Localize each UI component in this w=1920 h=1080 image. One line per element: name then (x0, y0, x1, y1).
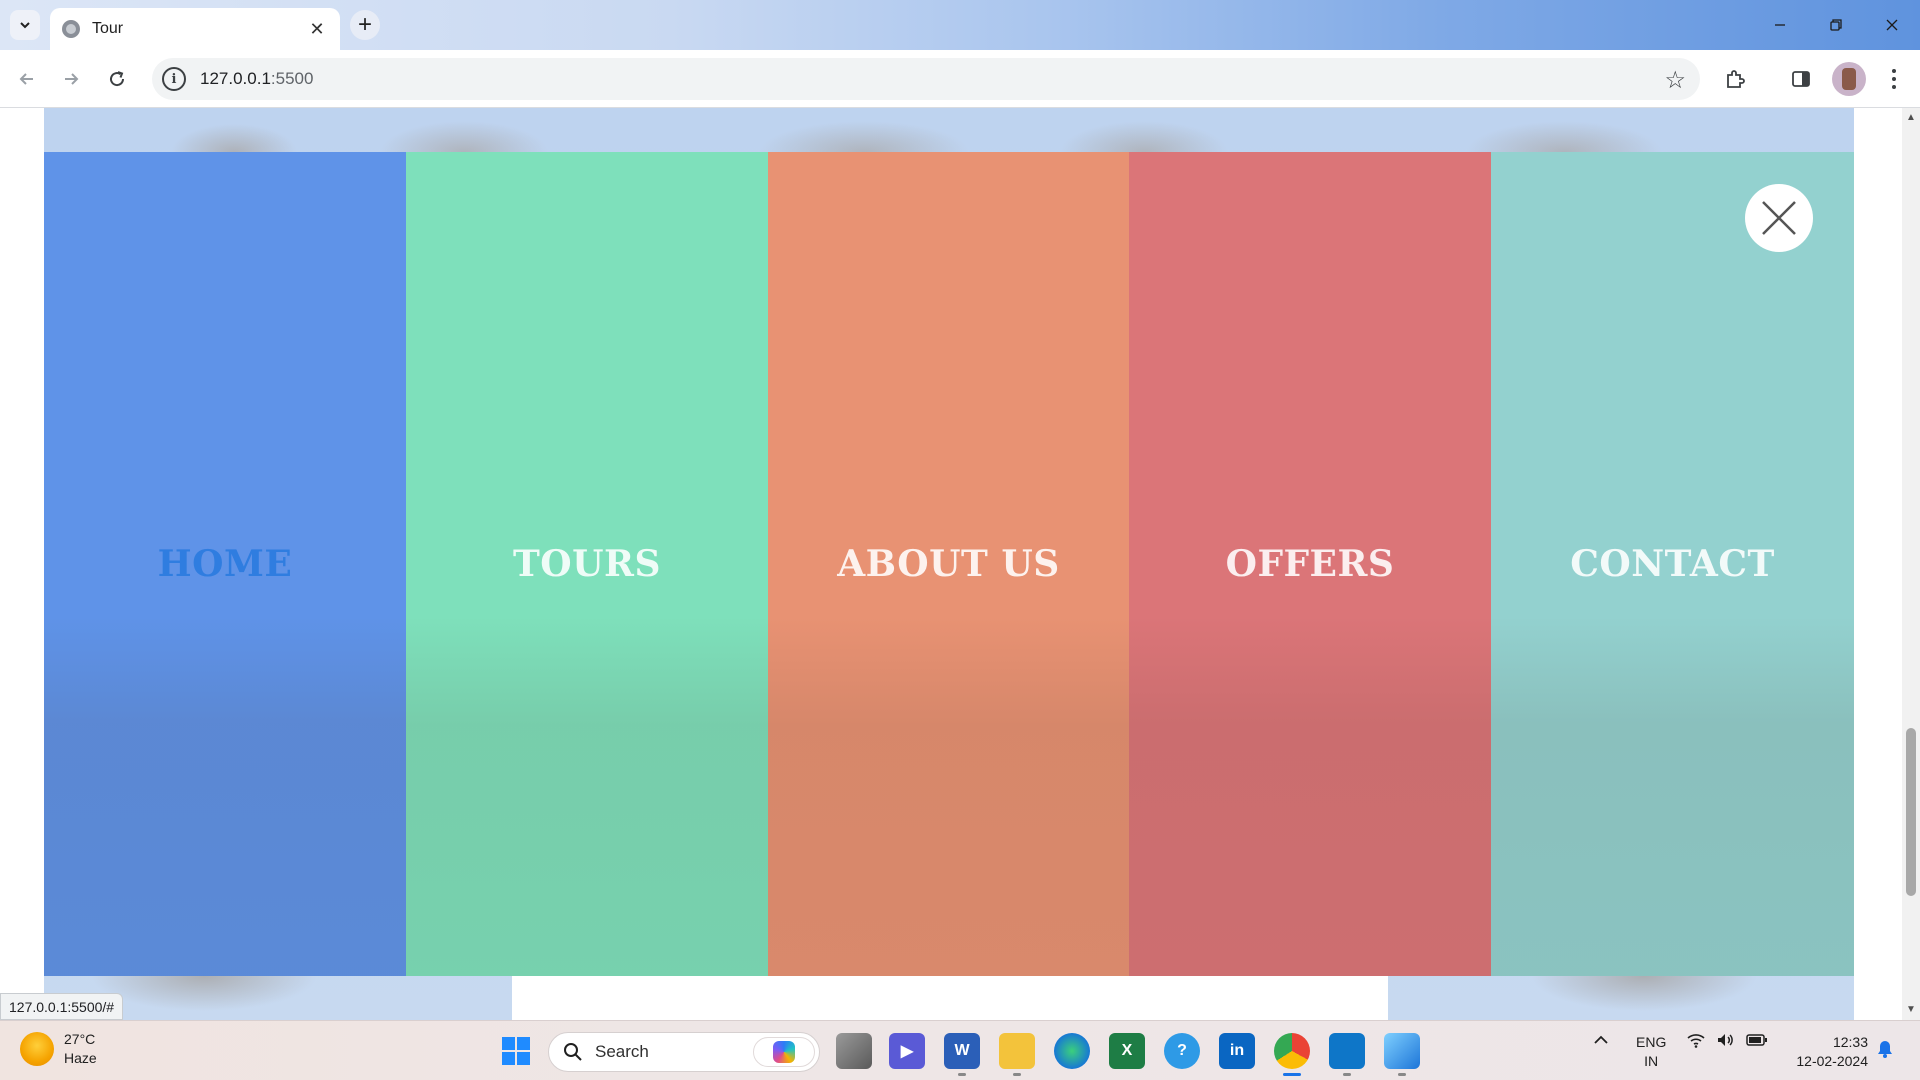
lang-top: ENG (1636, 1034, 1667, 1050)
battery-icon (1746, 1034, 1767, 1046)
scroll-down-icon[interactable]: ▼ (1906, 1004, 1916, 1015)
url-host: 127.0.0.1 (200, 69, 271, 88)
bookmark-star-icon[interactable]: ☆ (1664, 66, 1686, 95)
menu-panel-home[interactable]: HOME (44, 152, 406, 976)
close-icon (1886, 19, 1898, 31)
weather-text: 27°C Haze (64, 1030, 97, 1068)
extensions-button[interactable] (1720, 64, 1750, 94)
avatar-image (1842, 68, 1856, 90)
puzzle-icon (1727, 70, 1745, 88)
menu-link-offers[interactable]: OFFERS (1226, 543, 1395, 585)
excel-icon[interactable]: X (1109, 1033, 1145, 1069)
weather-desc: Haze (64, 1050, 97, 1066)
menu-panel-about-us[interactable]: ABOUT US (768, 152, 1129, 976)
volume-icon (1718, 1034, 1733, 1046)
chrome-icon[interactable] (1274, 1033, 1310, 1076)
chevron-up-icon (1594, 1035, 1608, 1044)
weather-widget[interactable]: 27°C Haze (20, 1030, 97, 1068)
sun-haze-icon (20, 1032, 54, 1066)
link-status-bar: 127.0.0.1:5500/# (0, 993, 124, 1020)
clock-time: 12:33 (1832, 1034, 1868, 1050)
page-scrollbar[interactable]: ▲ ▼ (1902, 108, 1920, 1020)
windows-taskbar: 27°C Haze Search ▶ W X ? in ENG IN 12:33… (0, 1020, 1920, 1080)
file-explorer-icon[interactable] (999, 1033, 1035, 1076)
address-bar[interactable]: i 127.0.0.1:5500 ☆ (152, 58, 1700, 100)
search-label: Search (595, 1042, 649, 1061)
reload-icon (110, 71, 125, 87)
globe-icon (62, 20, 80, 38)
tab-search-button[interactable] (10, 10, 40, 40)
copilot-button[interactable] (753, 1037, 815, 1067)
side-panel-icon (1792, 71, 1810, 87)
tab-close-button[interactable]: ✕ (306, 19, 328, 40)
task-view-icon[interactable] (836, 1033, 872, 1069)
taskbar-search[interactable]: Search (548, 1032, 820, 1072)
minimize-button[interactable] (1752, 0, 1808, 50)
menu-panel-contact[interactable]: CONTACT (1491, 152, 1854, 976)
menu-link-about-us[interactable]: ABOUT US (837, 543, 1060, 585)
edge-icon[interactable] (1054, 1033, 1090, 1069)
bell-icon (1878, 1041, 1892, 1058)
restore-button[interactable] (1808, 0, 1864, 50)
scroll-up-icon[interactable]: ▲ (1906, 112, 1916, 123)
vscode-icon[interactable] (1329, 1033, 1365, 1076)
language-indicator[interactable]: ENG IN (1636, 1033, 1666, 1071)
browser-toolbar: i 127.0.0.1:5500 ☆ (0, 50, 1920, 108)
back-button[interactable] (12, 64, 42, 94)
notifications-button[interactable] (1876, 1039, 1894, 1059)
browser-menu-button[interactable] (1880, 64, 1908, 94)
window-controls (1752, 0, 1920, 50)
url-port: :5500 (270, 69, 314, 88)
teams-meet-icon[interactable]: ▶ (889, 1033, 925, 1069)
arrow-left-icon (19, 73, 33, 85)
forward-button[interactable] (56, 64, 86, 94)
clock-date: 12-02-2024 (1796, 1053, 1868, 1069)
page-viewport: HOME TOURS ABOUT US OFFERS CONTACT 127.0… (0, 108, 1902, 1020)
lang-bottom: IN (1644, 1053, 1659, 1069)
close-window-button[interactable] (1864, 0, 1920, 50)
profile-avatar[interactable] (1832, 62, 1866, 96)
clock[interactable]: 12:33 12-02-2024 (1786, 1033, 1868, 1071)
system-status-icons[interactable] (1686, 1031, 1768, 1049)
wifi-icon (1687, 1034, 1705, 1048)
new-tab-button[interactable]: + (350, 10, 380, 40)
browser-tab[interactable]: Tour ✕ (50, 8, 340, 50)
menu-link-tours[interactable]: TOURS (513, 543, 661, 585)
scroll-thumb[interactable] (1906, 728, 1916, 896)
photos-icon[interactable] (1384, 1033, 1420, 1076)
fullscreen-menu: HOME TOURS ABOUT US OFFERS CONTACT (44, 152, 1854, 976)
background-trees-top (44, 108, 1854, 152)
chevron-down-icon (20, 22, 30, 29)
side-panel-button[interactable] (1786, 64, 1816, 94)
word-icon[interactable]: W (944, 1033, 980, 1076)
weather-temp: 27°C (64, 1031, 96, 1047)
linkedin-icon[interactable]: in (1219, 1033, 1255, 1069)
menu-panel-tours[interactable]: TOURS (406, 152, 768, 976)
copilot-icon (773, 1041, 795, 1063)
menu-link-home[interactable]: HOME (158, 543, 293, 585)
minimize-icon (1775, 24, 1785, 26)
menu-panel-offers[interactable]: OFFERS (1129, 152, 1491, 976)
start-button[interactable] (502, 1037, 530, 1065)
close-icon (1762, 201, 1796, 235)
menu-close-button[interactable] (1745, 184, 1813, 252)
menu-link-contact[interactable]: CONTACT (1570, 543, 1775, 585)
arrow-right-icon (65, 73, 79, 85)
browser-tab-bar: Tour ✕ + (0, 0, 1920, 50)
url-text: 127.0.0.1:5500 (200, 69, 313, 89)
site-info-icon[interactable]: i (162, 67, 186, 91)
restore-icon (1830, 19, 1842, 31)
tray-overflow-button[interactable] (1592, 1031, 1610, 1049)
tab-title: Tour (92, 20, 124, 37)
content-box (512, 976, 1388, 1020)
help-icon[interactable]: ? (1164, 1033, 1200, 1069)
search-icon (564, 1043, 582, 1061)
reload-button[interactable] (102, 64, 132, 94)
